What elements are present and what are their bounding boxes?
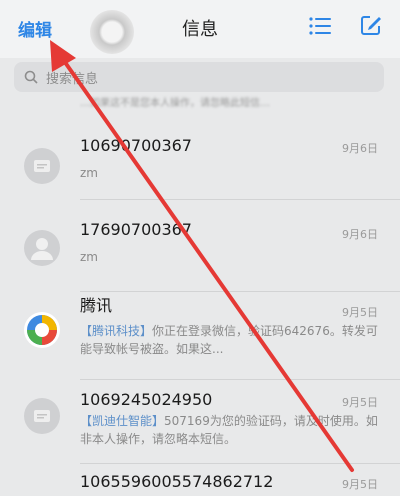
- message-date: 9月5日: [342, 306, 378, 319]
- sms-icon: [24, 148, 60, 184]
- page-title: 信息: [182, 19, 218, 40]
- message-preview: 【凯迪仕智能】507169为您的验证码，请及时使用。如非本人操作，请忽略本短信。: [80, 412, 380, 448]
- sms-icon: [24, 398, 60, 434]
- list-item[interactable]: 10690700367 9月6日 zm: [0, 108, 400, 200]
- message-tag: 【凯迪仕智能】: [80, 414, 165, 428]
- message-preview: zm: [80, 166, 98, 180]
- message-date: 9月6日: [342, 228, 378, 241]
- compose-icon[interactable]: [360, 14, 382, 36]
- search-icon: [24, 70, 38, 84]
- sender-name: 17690700367: [80, 220, 192, 239]
- sender-name: 1069245024950: [80, 390, 213, 409]
- message-date: 9月5日: [342, 478, 378, 491]
- contact-avatar-icon: [24, 230, 60, 266]
- list-item[interactable]: 17690700367 9月6日 zm: [0, 200, 400, 292]
- message-preview: 【腾讯科技】你正在登录微信，验证码642676。转发可能导致帐号被盗。如果这..…: [80, 322, 380, 358]
- sender-name: 10690700367: [80, 136, 192, 155]
- scrolled-message-preview: …如果这不是您本人操作，请忽略此短信…: [80, 98, 270, 109]
- message-date: 9月5日: [342, 396, 378, 409]
- list-icon[interactable]: [309, 16, 331, 36]
- message-tag: 【腾讯科技】: [80, 324, 153, 338]
- list-item[interactable]: 10655960055748627​12 9月5日: [0, 464, 400, 496]
- message-date: 9月6日: [342, 142, 378, 155]
- search-bar[interactable]: 搜索信息: [14, 62, 384, 92]
- sender-name: 腾讯: [80, 296, 113, 315]
- tencent-logo-icon: [24, 312, 60, 348]
- list-item[interactable]: 1069245024950 9月5日 【凯迪仕智能】507169为您的验证码，请…: [0, 380, 400, 464]
- nav-bar: 编辑 信息: [0, 0, 400, 58]
- sender-name: 10655960055748627​12: [80, 472, 274, 491]
- list-item[interactable]: 腾讯 9月5日 【腾讯科技】你正在登录微信，验证码642676。转发可能导致帐号…: [0, 282, 400, 380]
- search-placeholder: 搜索信息: [46, 72, 99, 87]
- message-preview: zm: [80, 250, 98, 264]
